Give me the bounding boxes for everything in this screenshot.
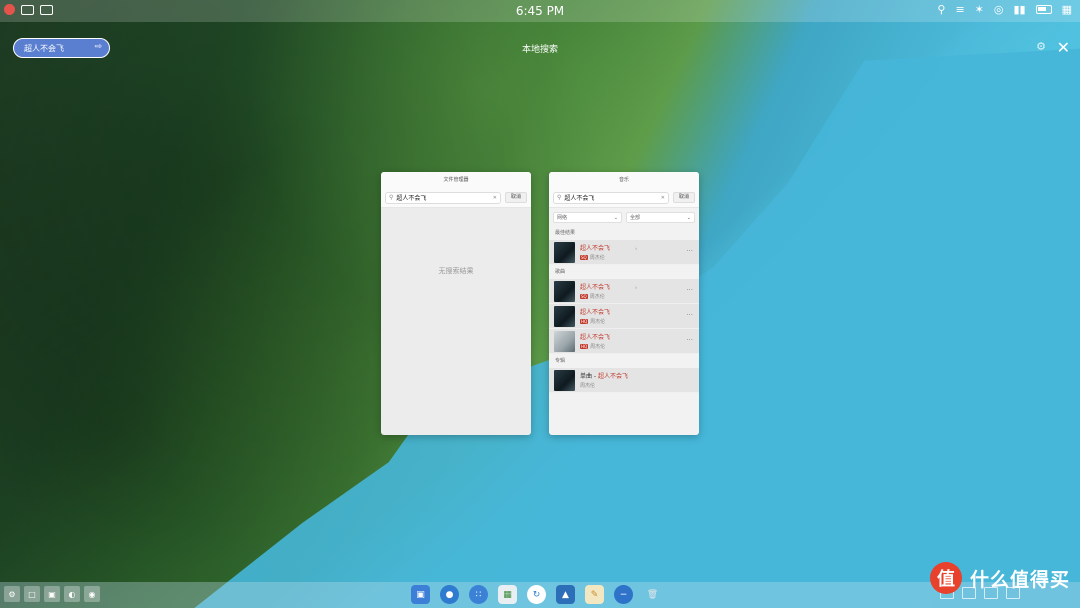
lock-icon[interactable]: □ — [24, 586, 40, 602]
page-title: 本地搜索 — [521, 45, 558, 55]
more-icon[interactable]: ··· — [686, 311, 693, 319]
song-row[interactable]: 超人不会飞 HQ 周杰伦 ··· — [549, 329, 699, 354]
type-filter[interactable]: 全部 ⌄ — [626, 212, 695, 223]
song-row[interactable]: 超人不会飞 HQ 周杰伦 ··· — [549, 304, 699, 329]
best-result-row[interactable]: 超人不会飞 SQ 周杰伦 ♭ ··· — [549, 240, 699, 265]
artist-name: 周杰伦 — [589, 294, 605, 300]
speaker-icon: ♭ — [635, 246, 638, 252]
chevron-down-icon: ⌄ — [686, 214, 691, 221]
artist-name: 周杰伦 — [590, 319, 606, 325]
battery-icon — [1035, 5, 1052, 14]
dock-apps: ▣ ● ∷ ▦ ↻ ▲ ✎ − 🗑 — [411, 585, 662, 604]
window-title: 文件管理器 — [381, 172, 531, 188]
apps-grid-icon[interactable]: ∷ — [469, 585, 488, 604]
notes-app-icon[interactable]: ✎ — [585, 585, 604, 604]
section-songs: 歌曲 — [555, 269, 566, 275]
artist-name: 周杰伦 — [589, 255, 605, 261]
empty-state-text: 无搜索结果 — [438, 267, 474, 275]
album-cover — [554, 241, 575, 263]
artist-name: 周杰伦 — [590, 344, 606, 350]
song-name: 超人不会飞 — [580, 309, 611, 316]
control-icon[interactable]: ▦ — [1062, 3, 1072, 16]
song-row[interactable]: 超人不会飞 SQ 周杰伦 ♭ ··· — [549, 279, 699, 304]
camera-icon[interactable]: ◉ — [84, 586, 100, 602]
screenshot-icon[interactable]: ▣ — [44, 586, 60, 602]
toggle-icon[interactable]: ◐ — [64, 586, 80, 602]
album-cover — [554, 305, 575, 327]
type-filter-label: 全部 — [630, 215, 641, 221]
menu-icon[interactable]: ≡ — [955, 3, 964, 16]
source-filter-label: 网络 — [557, 215, 568, 221]
album-name: 超人不会飞 — [597, 373, 628, 380]
watermark: 值 什么值得买 — [929, 562, 1070, 594]
quality-badge: SQ — [580, 294, 588, 299]
more-icon[interactable]: ··· — [686, 286, 693, 294]
quality-badge: HQ — [580, 344, 589, 349]
messages-app-icon[interactable]: − — [614, 585, 633, 604]
artist-name: 周杰伦 — [580, 383, 596, 389]
status-right-icons: ⚲ ≡ ✶ ◎ ▮▮ ▦ — [937, 3, 1072, 16]
cancel-button[interactable]: 取消 — [673, 192, 695, 203]
browser-app-icon[interactable]: ● — [440, 585, 459, 604]
section-best: 最佳结果 — [555, 230, 576, 236]
settings-icon[interactable]: ⚙ — [1036, 40, 1046, 53]
section-albums: 专辑 — [555, 358, 566, 364]
monitor-app-icon[interactable]: ▣ — [411, 585, 430, 604]
file-manager-window: 文件管理器 ⚲ 超人不会飞 ✕ 取消 无搜索结果 — [381, 172, 531, 435]
window-title: 音乐 — [549, 172, 699, 188]
search-query: 超人不会飞 — [396, 195, 427, 202]
album-cover — [554, 330, 575, 352]
search-input[interactable]: ⚲ 超人不会飞 ✕ — [385, 191, 501, 204]
chevron-down-icon: ⌄ — [613, 214, 618, 221]
wifi-icon: ◎ — [993, 3, 1004, 16]
song-name: 超人不会飞 — [580, 284, 611, 291]
trash-icon[interactable]: 🗑 — [643, 585, 662, 604]
dock: ⚙ □ ▣ ◐ ◉ ▣ ● ∷ ▦ ↻ ▲ ✎ − 🗑 — [0, 582, 1080, 608]
clear-icon[interactable]: ✕ — [661, 195, 665, 201]
refresh-app-icon[interactable]: ↻ — [527, 585, 546, 604]
album-cover — [554, 280, 575, 302]
signal-icon: ▮▮ — [1013, 3, 1026, 16]
search-icon: ⚲ — [389, 194, 394, 201]
search-icon[interactable]: ⚲ — [937, 3, 945, 16]
dock-left-tools: ⚙ □ ▣ ◐ ◉ — [4, 586, 100, 602]
music-window: 音乐 ⚲ 超人不会飞 ✕ 取消 网络 ⌄ 全部 ⌄ 最佳结果 超人不会飞 SQ 周… — [549, 172, 699, 435]
search-row: ⚲ 超人不会飞 ✕ 取消 — [549, 188, 699, 208]
source-filter[interactable]: 网络 ⌄ — [553, 212, 622, 223]
album-cover — [554, 369, 575, 391]
status-bar: 6:45 PM ⚲ ≡ ✶ ◎ ▮▮ ▦ — [0, 0, 1080, 22]
search-input[interactable]: ⚲ 超人不会飞 ✕ — [553, 191, 669, 204]
more-icon[interactable]: ··· — [686, 247, 693, 255]
quality-badge: SQ — [580, 255, 588, 260]
close-icon[interactable]: ✕ — [1057, 38, 1070, 57]
watermark-logo: 值 — [929, 562, 962, 594]
song-name: 超人不会飞 — [580, 334, 611, 341]
speaker-icon: ♭ — [635, 285, 638, 291]
file-manager-app-icon[interactable]: ▦ — [498, 585, 517, 604]
search-query: 超人不会飞 — [564, 195, 595, 202]
album-prefix: 单曲 - — [580, 373, 598, 380]
watermark-text: 什么值得买 — [969, 568, 1070, 591]
bluetooth-icon: ✶ — [974, 3, 984, 16]
clear-icon[interactable]: ✕ — [493, 195, 497, 201]
settings-icon[interactable]: ⚙ — [4, 586, 20, 602]
filter-row: 网络 ⌄ 全部 ⌄ — [549, 208, 699, 226]
album-row[interactable]: 单曲 - 超人不会飞 周杰伦 — [549, 368, 699, 393]
search-icon: ⚲ — [557, 194, 562, 201]
search-row: ⚲ 超人不会飞 ✕ 取消 — [381, 188, 531, 208]
cancel-button[interactable]: 取消 — [505, 192, 527, 203]
status-time: 6:45 PM — [515, 4, 565, 18]
quality-badge: HQ — [580, 319, 589, 324]
gallery-app-icon[interactable]: ▲ — [556, 585, 575, 604]
song-name: 超人不会飞 — [580, 245, 611, 252]
more-icon[interactable]: ··· — [686, 336, 693, 344]
